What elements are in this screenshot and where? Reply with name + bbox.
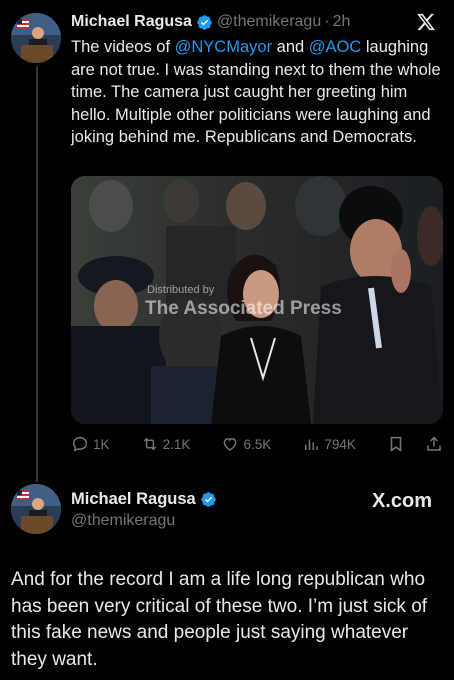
retweet-count: 2.1K xyxy=(162,436,191,452)
mention-link[interactable]: @AOC xyxy=(309,38,362,56)
avatar-image xyxy=(11,484,61,534)
tweet-photo[interactable]: Distributed by The Associated Press xyxy=(71,176,443,424)
thread-connector-line xyxy=(36,66,38,482)
mention-link[interactable]: @NYCMayor xyxy=(175,38,272,56)
avatar-image xyxy=(11,13,61,63)
reply-button[interactable]: 1K xyxy=(71,435,110,453)
tweet-text-part: and xyxy=(272,38,309,56)
author-name[interactable]: Michael Ragusa xyxy=(71,13,192,31)
author-handle[interactable]: @themikeragu xyxy=(71,512,175,530)
like-button[interactable]: 6.5K xyxy=(221,435,271,453)
retweet-button[interactable]: 2.1K xyxy=(141,435,191,453)
separator-dot: · xyxy=(324,13,330,30)
reply-icon xyxy=(72,436,88,452)
verified-badge-icon xyxy=(197,14,212,30)
watermark-line2: The Associated Press xyxy=(145,298,342,319)
xcom-brand: X.com xyxy=(371,490,432,512)
like-icon xyxy=(224,437,237,451)
views-icon xyxy=(305,439,319,450)
tweet-text: The videos of @NYCMayor and @AOC laughin… xyxy=(71,36,443,149)
views-count: 794K xyxy=(324,436,356,452)
secondary-actions xyxy=(387,435,443,453)
author-handle[interactable]: @themikeragu xyxy=(217,13,321,31)
retweet-icon xyxy=(143,437,156,451)
watermark-line1: Distributed by xyxy=(147,284,215,296)
photo-watermark: Distributed by The Associated Press xyxy=(145,284,342,320)
tweet-text: And for the record I am a life long repu… xyxy=(11,569,428,670)
reply-count: 1K xyxy=(93,436,110,452)
avatar[interactable] xyxy=(11,13,61,63)
bookmark-icon[interactable] xyxy=(387,435,405,453)
verified-badge-icon xyxy=(200,492,216,507)
tweet-header: Michael Ragusa @themikeragu · 2h xyxy=(71,11,438,33)
x-logo-icon xyxy=(416,12,436,38)
tweet-text-part: The videos of xyxy=(71,38,175,56)
author-name[interactable]: Michael Ragusa xyxy=(71,490,196,509)
share-icon[interactable] xyxy=(425,435,443,453)
tweet-actions: 1K 2.1K 6.5K 794K xyxy=(71,431,443,457)
like-count: 6.5K xyxy=(243,436,272,452)
timestamp[interactable]: 2h xyxy=(333,13,351,31)
tweet-header: Michael Ragusa xyxy=(71,490,217,509)
views-button[interactable]: 794K xyxy=(302,435,356,453)
avatar[interactable] xyxy=(11,484,61,534)
